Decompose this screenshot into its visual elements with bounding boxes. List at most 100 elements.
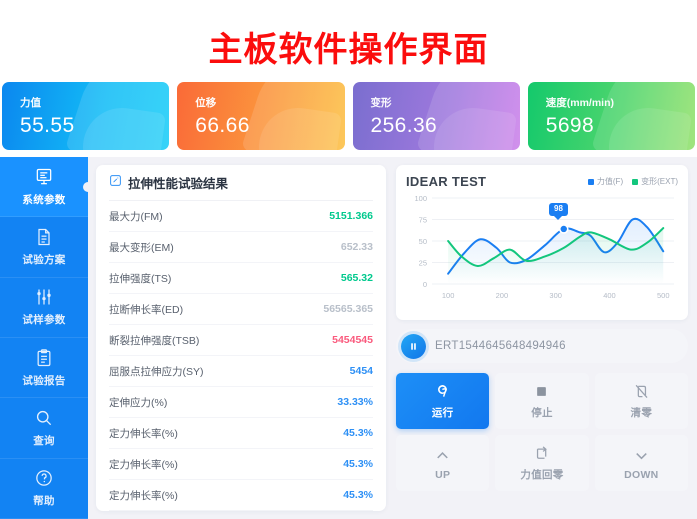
svg-text:100: 100 xyxy=(442,291,455,300)
result-row: 屈服点拉伸应力(SY) 5454 xyxy=(109,356,373,387)
kpi-value: 5698 xyxy=(545,114,595,137)
control-label: UP xyxy=(435,468,451,481)
chart-legend: 力值(F) 变形(EXT) xyxy=(587,176,678,187)
svg-text:50: 50 xyxy=(419,237,427,246)
sidebar: 系统参数 试验方案 试样参数 试验报告 查询 帮助 xyxy=(0,157,88,519)
svg-text:25: 25 xyxy=(419,259,427,268)
svg-text:500: 500 xyxy=(657,291,670,300)
control-label: DOWN xyxy=(624,468,659,481)
svg-text:75: 75 xyxy=(419,216,427,225)
legend-label: 力值(F) xyxy=(596,177,624,186)
kpi-row: 力值 55.55 位移 66.66 变形 256.36 速度(mm/min) 5… xyxy=(0,82,697,150)
sidebar-item-sample-params[interactable]: 试样参数 xyxy=(0,278,88,338)
kpi-value: 66.66 xyxy=(195,114,250,137)
kpi-label: 速度(mm/min) xyxy=(545,97,614,109)
result-row: 最大变形(EM) 652.33 xyxy=(109,232,373,263)
sidebar-item-test-plan[interactable]: 试验方案 xyxy=(0,217,88,278)
pause-icon[interactable] xyxy=(401,333,426,359)
legend-swatch xyxy=(587,178,594,185)
result-label: 屈服点拉伸应力(SY) xyxy=(109,365,204,378)
kpi-card-displacement[interactable]: 位移 66.66 xyxy=(177,82,345,150)
kpi-label: 位移 xyxy=(195,97,217,109)
kpi-card-force[interactable]: 力值 55.55 xyxy=(2,82,170,150)
chart-svg: 0 25 50 75 100 100 200 300 400 500 xyxy=(414,194,674,300)
sidebar-item-label: 查询 xyxy=(33,434,55,447)
result-value: 5454 xyxy=(349,365,373,377)
result-value: 33.33% xyxy=(337,396,373,408)
chevron-down-icon xyxy=(632,446,651,465)
chart-card: IDEAR TEST 力值(F) 变形(EXT) 0 25 50 75 100 100 20… xyxy=(396,165,688,320)
sidebar-item-test-report[interactable]: 试验报告 xyxy=(0,338,88,399)
kpi-value: 55.55 xyxy=(20,114,75,137)
result-value: 565.32 xyxy=(340,272,373,284)
result-label: 最大变形(EM) xyxy=(109,241,174,254)
clear-slash-icon xyxy=(632,382,651,401)
result-row: 拉断伸长率(ED) 56565.365 xyxy=(109,294,373,325)
down-button[interactable]: DOWN xyxy=(594,435,688,491)
play-run-icon xyxy=(433,382,452,401)
run-button[interactable]: 运行 xyxy=(396,373,490,429)
sidebar-item-help[interactable]: 帮助 xyxy=(0,459,88,519)
page-title: 主板软件操作界面 xyxy=(208,32,489,69)
result-label: 断裂拉伸强度(TSB) xyxy=(109,334,200,347)
sidebar-item-query[interactable]: 查询 xyxy=(0,398,88,459)
result-row: 定力伸长率(%) 45.3% xyxy=(109,449,373,480)
sidebar-item-label: 试样参数 xyxy=(22,314,66,327)
legend-swatch xyxy=(632,178,639,185)
app-root: 主板软件操作界面 力值 55.55 位移 66.66 变形 256.36 速度(… xyxy=(0,0,697,519)
file-lines-icon xyxy=(34,227,54,247)
sidebar-item-label: 系统参数 xyxy=(22,193,66,206)
sidebar-item-system-params[interactable]: 系统参数 xyxy=(0,157,88,218)
result-value: 45.3% xyxy=(343,489,373,501)
force-reset-button[interactable]: 力值回零 xyxy=(495,435,589,491)
results-panel-title: 拉伸性能试验结果 xyxy=(128,177,229,191)
result-label: 拉断伸长率(ED) xyxy=(109,303,184,316)
result-value: 652.33 xyxy=(340,241,373,253)
status-bar-text: ERT1544645648494946 xyxy=(435,340,566,352)
legend-label: 变形(EXT) xyxy=(641,177,678,186)
sidebar-item-label: 试验报告 xyxy=(22,374,66,387)
result-label: 最大力(FM) xyxy=(109,210,163,223)
control-label: 力值回零 xyxy=(520,469,564,481)
result-value: 56565.365 xyxy=(323,303,373,315)
clipboard-icon xyxy=(34,348,54,368)
legend-item-force[interactable]: 力值(F) xyxy=(587,176,624,187)
body-area: 系统参数 试验方案 试样参数 试验报告 查询 帮助 拉伸性能试验结果 最大力(F… xyxy=(0,157,697,519)
sidebar-item-label: 试验方案 xyxy=(22,253,66,266)
svg-text:0: 0 xyxy=(423,280,427,289)
result-value: 5454545 xyxy=(332,334,373,346)
kpi-card-deformation[interactable]: 变形 256.36 xyxy=(352,82,520,150)
chart-tooltip: 98 xyxy=(549,203,568,216)
result-row: 最大力(FM) 5151.366 xyxy=(109,201,373,232)
sidebar-item-label: 帮助 xyxy=(33,495,55,508)
svg-text:400: 400 xyxy=(603,291,616,300)
control-label: 运行 xyxy=(431,407,454,419)
chart-plot-area[interactable]: 0 25 50 75 100 100 200 300 400 500 98 xyxy=(406,192,678,304)
result-label: 定力伸长率(%) xyxy=(109,489,178,502)
chart-title: IDEAR TEST xyxy=(406,174,487,189)
clear-button[interactable]: 清零 xyxy=(594,373,688,429)
sliders-icon xyxy=(34,287,54,307)
result-value: 5151.366 xyxy=(329,210,373,222)
legend-item-ext[interactable]: 变形(EXT) xyxy=(632,176,678,187)
results-panel-header: 拉伸性能试验结果 xyxy=(109,165,373,201)
document-board-icon xyxy=(34,167,54,187)
kpi-value: 256.36 xyxy=(370,114,438,137)
svg-text:100: 100 xyxy=(414,194,427,203)
stop-button[interactable]: 停止 xyxy=(495,373,589,429)
edit-document-icon xyxy=(109,174,122,192)
status-bar[interactable]: ERT1544645648494946 xyxy=(396,329,688,363)
svg-text:200: 200 xyxy=(496,291,509,300)
result-row: 定力伸长率(%) 45.3% xyxy=(109,480,373,511)
result-value: 45.3% xyxy=(343,458,373,470)
control-label: 停止 xyxy=(531,407,553,419)
kpi-card-speed[interactable]: 速度(mm/min) 5698 xyxy=(527,82,695,150)
control-button-grid: 运行 停止 清零 UP 力值回零 DOWN xyxy=(396,373,688,491)
stop-square-icon xyxy=(532,382,551,401)
result-label: 拉伸强度(TS) xyxy=(109,272,172,285)
reset-loop-icon xyxy=(532,444,551,463)
result-label: 定力伸长率(%) xyxy=(109,458,178,471)
chevron-up-icon xyxy=(433,446,452,465)
chart-header: IDEAR TEST 力值(F) 变形(EXT) xyxy=(406,174,678,189)
up-button[interactable]: UP xyxy=(396,435,490,491)
